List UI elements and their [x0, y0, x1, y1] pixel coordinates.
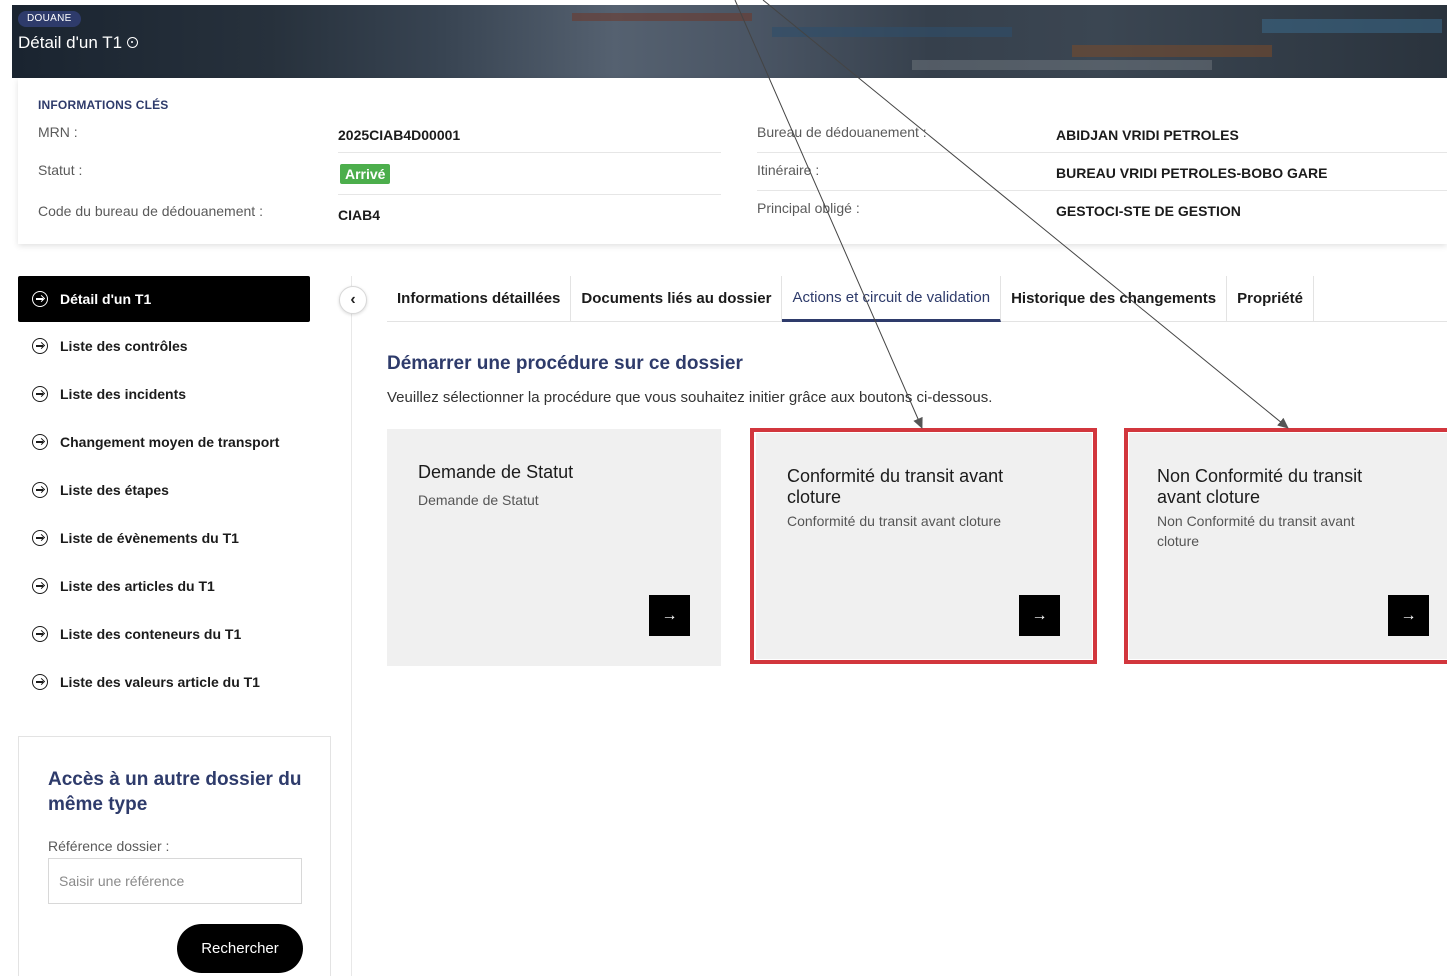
circle-arrow-icon	[32, 530, 48, 546]
office-code-value: CIAB4	[338, 207, 381, 223]
sidebar-item-label: Changement moyen de transport	[60, 434, 280, 450]
tab-actions-validation[interactable]: Actions et circuit de validation	[782, 276, 1002, 322]
card-subtitle: Demande de Statut	[418, 492, 539, 508]
itinerary-value: BUREAU VRIDI PETROLES-BOBO GARE	[1056, 165, 1328, 181]
principal-value: GESTOCI-STE DE GESTION	[1056, 203, 1241, 219]
sidebar-item-label: Liste des conteneurs du T1	[60, 626, 242, 642]
customs-office-label: Bureau de dédouanement :	[757, 124, 927, 140]
card-subtitle: Conformité du transit avant cloture	[787, 513, 1001, 529]
tab-propriete[interactable]: Propriété	[1227, 276, 1314, 322]
procedure-description: Veuillez sélectionner la procédure que v…	[387, 389, 993, 406]
info-icon[interactable]	[127, 37, 139, 48]
sidebar-item-label: Liste des étapes	[60, 482, 169, 498]
circle-arrow-icon	[32, 291, 48, 307]
procedure-card-non-conformite[interactable]: Non Conformité du transit avant cloture …	[1129, 433, 1447, 659]
reference-label: Référence dossier :	[48, 838, 170, 854]
sidebar-item-valeurs-article[interactable]: Liste des valeurs article du T1	[18, 658, 310, 706]
douane-badge: DOUANE	[18, 11, 81, 27]
circle-arrow-icon	[32, 338, 48, 354]
arrow-right-icon[interactable]: →	[1019, 595, 1060, 636]
office-code-label: Code du bureau de dédouanement :	[38, 203, 263, 219]
search-card-title: Accès à un autre dossier du même type	[48, 769, 302, 815]
customs-office-value: ABIDJAN VRIDI PETROLES	[1056, 127, 1239, 143]
itinerary-label: Itinéraire :	[757, 162, 820, 178]
tab-informations-detaillees[interactable]: Informations détaillées	[387, 276, 572, 322]
circle-arrow-icon	[32, 482, 48, 498]
other-dossier-search-card: Accès à un autre dossier du même type Ré…	[18, 736, 331, 976]
procedure-card-conformite[interactable]: Conformité du transit avant cloture Conf…	[756, 433, 1092, 659]
reference-input[interactable]	[48, 858, 302, 904]
tab-historique-changements[interactable]: Historique des changements	[1001, 276, 1228, 322]
sidebar-item-label: Liste de évènements du T1	[60, 530, 239, 546]
sidebar: Détail d'un T1 Liste des contrôles Liste…	[18, 276, 310, 706]
page-title: Détail d'un T1	[18, 32, 139, 54]
circle-arrow-icon	[32, 434, 48, 450]
search-button[interactable]: Rechercher	[177, 924, 303, 973]
sidebar-item-articles[interactable]: Liste des articles du T1	[18, 562, 310, 610]
card-title: Non Conformité du transit avant cloture	[1157, 466, 1363, 507]
sidebar-item-label: Liste des contrôles	[60, 338, 188, 354]
key-info-card: INFORMATIONS CLÉS MRN : 2025CIAB4D00001 …	[18, 78, 1447, 244]
sidebar-item-detail-t1[interactable]: Détail d'un T1	[18, 276, 310, 322]
mrn-label: MRN :	[38, 124, 78, 140]
sidebar-item-incidents[interactable]: Liste des incidents	[18, 370, 310, 418]
sidebar-item-controles[interactable]: Liste des contrôles	[18, 322, 310, 370]
header-banner: DOUANE Détail d'un T1	[12, 5, 1447, 78]
circle-arrow-icon	[32, 626, 48, 642]
sidebar-item-label: Liste des valeurs article du T1	[60, 674, 260, 690]
sidebar-divider	[351, 276, 352, 976]
card-subtitle: Non Conformité du transit avant cloture	[1157, 513, 1355, 549]
procedure-card-demande-statut[interactable]: Demande de Statut Demande de Statut →	[387, 429, 721, 666]
arrow-right-icon[interactable]: →	[649, 595, 690, 636]
sidebar-item-changement-transport[interactable]: Changement moyen de transport	[18, 418, 310, 466]
tab-bar: Informations détaillées Documents liés a…	[387, 276, 1447, 322]
circle-arrow-icon	[32, 386, 48, 402]
principal-label: Principal obligé :	[757, 200, 860, 216]
arrow-right-icon[interactable]: →	[1388, 595, 1429, 636]
card-title: Demande de Statut	[418, 462, 574, 482]
status-badge: Arrivé	[340, 164, 391, 184]
tab-documents-lies[interactable]: Documents liés au dossier	[571, 276, 783, 322]
sidebar-item-label: Détail d'un T1	[60, 291, 152, 307]
sidebar-item-evenements[interactable]: Liste de évènements du T1	[18, 514, 310, 562]
page: DOUANE Détail d'un T1 INFORMATIONS CLÉS …	[0, 0, 1447, 976]
sidebar-item-label: Liste des incidents	[60, 386, 187, 402]
circle-arrow-icon	[32, 674, 48, 690]
sidebar-item-label: Liste des articles du T1	[60, 578, 215, 594]
procedure-title: Démarrer une procédure sur ce dossier	[387, 353, 743, 374]
mrn-value: 2025CIAB4D00001	[338, 127, 461, 143]
card-title: Conformité du transit avant cloture	[787, 466, 1004, 507]
circle-arrow-icon	[32, 578, 48, 594]
collapse-sidebar-button[interactable]: ‹	[339, 286, 367, 314]
status-label: Statut :	[38, 162, 83, 178]
sidebar-item-etapes[interactable]: Liste des étapes	[18, 466, 310, 514]
key-info-header: INFORMATIONS CLÉS	[38, 98, 169, 112]
page-title-text: Détail d'un T1	[18, 33, 123, 52]
sidebar-item-conteneurs[interactable]: Liste des conteneurs du T1	[18, 610, 310, 658]
